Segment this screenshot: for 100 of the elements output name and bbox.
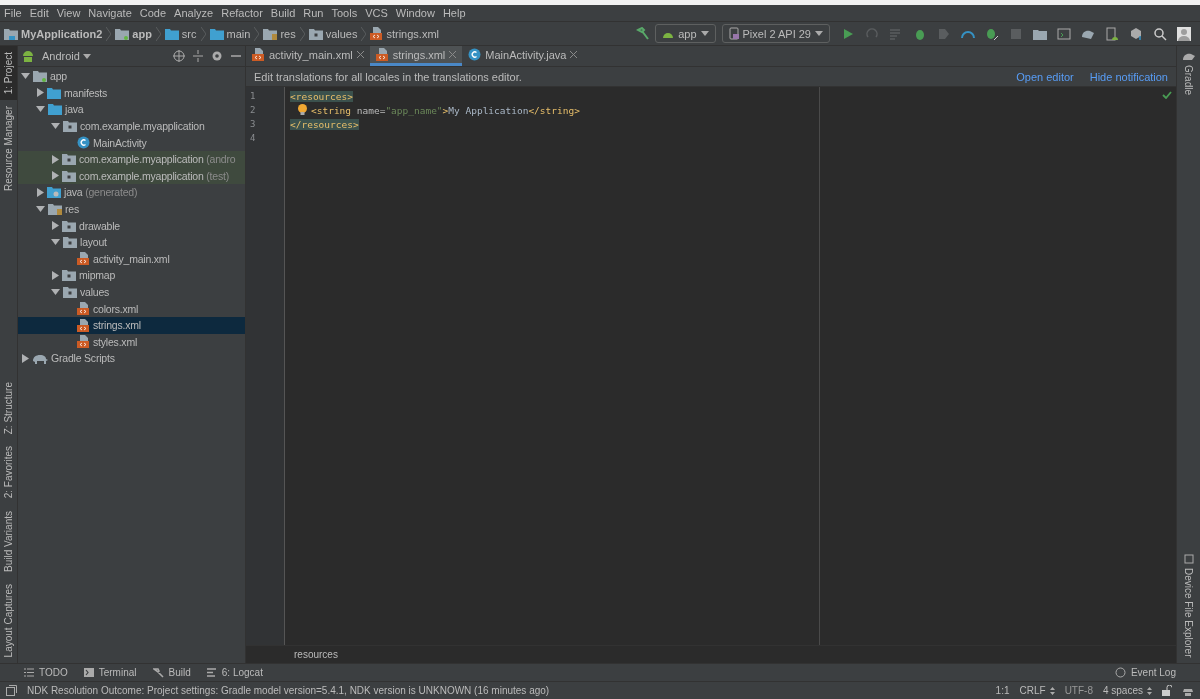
tree-item[interactable]: MainActivity [18,134,245,151]
breadcrumb-item[interactable]: MyApplication2 [4,27,103,40]
tree-item[interactable]: app [18,68,245,85]
tool-window-button[interactable]: Terminal [83,667,137,678]
breadcrumb-item[interactable]: app [115,27,152,40]
tree-item[interactable]: values [18,283,245,301]
tool-window-tab[interactable]: 2: Favorites [0,440,17,505]
line-separator-selector[interactable]: CRLF [1019,685,1046,696]
menu-item[interactable]: Refactor [221,7,263,19]
hammer-icon[interactable] [636,26,651,41]
line-number: 3 [249,118,257,131]
expand-arrow-icon[interactable] [36,205,45,214]
indent-selector[interactable]: 4 spaces [1102,685,1143,696]
expand-arrow-icon[interactable] [21,72,30,81]
terminal-icon [83,668,94,677]
tool-window-tab[interactable]: Resource Manager [0,100,17,198]
menu-item[interactable]: Analyze [174,7,214,19]
tree-item[interactable]: manifests [18,84,245,102]
collapse-arrow-icon[interactable] [51,221,59,231]
device-dropdown[interactable]: Pixel 2 API 29 [721,24,830,43]
editor-breadcrumb[interactable]: resources [294,649,338,660]
breadcrumb-item[interactable]: values [308,27,358,40]
caret-position[interactable]: 1:1 [995,685,1010,696]
menu-item[interactable]: Navigate [88,7,132,19]
notification-text: Edit translations for all locales in the translations editor. [254,70,523,83]
bug-icon[interactable] [985,26,999,41]
run-icon[interactable] [841,26,855,41]
lightbulb-icon[interactable] [298,104,307,116]
tool-window-tab[interactable]: 1: Project [0,46,17,101]
collapse-arrow-icon[interactable] [51,270,59,280]
settings-icon[interactable] [211,50,223,62]
editor-tab[interactable]: activity_main.xml [246,46,370,66]
view-dropdown[interactable]: Android [42,50,91,62]
tree-item[interactable]: java [18,101,245,118]
tree-item[interactable]: com.example.myapplication [18,117,245,135]
menu-item[interactable]: Help [442,7,466,19]
collapse-arrow-icon[interactable] [21,353,29,363]
run-configuration-dropdown[interactable]: app [655,24,716,43]
menu-item[interactable]: Code [139,7,167,19]
tool-window-button[interactable]: 6: Logcat [206,667,263,678]
tool-window-tab[interactable]: Build Variants [0,504,17,578]
window-icon[interactable] [1057,26,1071,41]
menu-item[interactable]: Edit [29,7,49,19]
expand-arrow-icon[interactable] [51,238,60,247]
editor-tab[interactable]: strings.xml [369,46,463,66]
menu-item[interactable]: File [4,7,22,19]
lock-icon[interactable] [1162,685,1172,696]
tool-window-button[interactable]: TODO [24,667,68,678]
tree-item[interactable]: colors.xml [18,300,245,317]
expand-arrow-icon[interactable] [51,288,60,296]
menu-item[interactable]: Tools [331,7,358,19]
breadcrumb-item[interactable]: main [209,27,251,40]
close-icon[interactable] [356,51,364,58]
menu-item[interactable]: Window [395,7,435,19]
chevron-icon [200,26,206,41]
chevron-icon [155,26,161,41]
generated-folder-icon [47,186,61,199]
menu-item[interactable]: View [56,7,81,19]
event-log-button[interactable]: Event Log [1114,667,1176,678]
tree-item[interactable]: layout [18,233,245,251]
package-folder-icon [308,27,323,40]
breadcrumb-item[interactable]: src [164,27,197,40]
module-folder-icon [33,70,47,83]
folder-icon [47,86,61,99]
tree-item[interactable]: java (generated) [18,184,245,201]
tree-item[interactable]: mipmap [18,267,245,284]
tool-window-tab[interactable]: Device File Explorer [1177,547,1200,663]
tool-window-button[interactable]: Build [152,667,191,678]
notification-link[interactable]: Hide notification [1089,70,1168,83]
breadcrumb-item[interactable]: res [263,27,296,40]
search-icon[interactable] [1153,26,1167,41]
close-icon[interactable] [449,51,457,58]
status-message: NDK Resolution Outcome: Project settings: Gradle model version=5.4.1, NDK version is UNKNOWN (16 minutes ago) [27,685,550,696]
tree-item[interactable]: styles.xml [18,333,245,351]
encoding-selector[interactable]: UTF-8 [1064,685,1093,696]
menu-item[interactable]: Run [303,7,324,19]
tree-item[interactable]: drawable [18,217,245,234]
tool-window-tab[interactable]: Z: Structure [0,376,17,441]
tree-item[interactable]: com.example.myapplication (andro [18,150,245,168]
collapse-arrow-icon[interactable] [36,88,44,98]
tool-window-tab[interactable]: Layout Captures [0,577,17,663]
editor-tab[interactable]: MainActivity.java [462,46,584,66]
menu-item[interactable]: VCS [365,7,388,19]
box-icon[interactable] [1129,26,1143,41]
module-folder-icon [115,27,130,40]
tree-item[interactable]: res [18,200,245,218]
notification-link[interactable]: Open editor [1016,70,1074,83]
menu-item[interactable]: Build [270,7,296,19]
avatar-icon[interactable] [1177,26,1191,41]
windows-icon[interactable] [6,685,17,696]
breadcrumb-item[interactable]: strings.xml [370,27,439,40]
list-icon [24,668,34,677]
tool-window-tab[interactable]: Gradle [1177,46,1200,101]
caret-icon [82,53,91,59]
tree-item[interactable]: activity_main.xml [18,250,245,268]
crosshair-icon[interactable] [173,50,185,62]
tree-item[interactable]: strings.xml [18,316,245,334]
close-icon[interactable] [570,51,578,58]
collapse-icon[interactable] [193,50,203,62]
tree-item[interactable]: Gradle Scripts [18,350,245,367]
